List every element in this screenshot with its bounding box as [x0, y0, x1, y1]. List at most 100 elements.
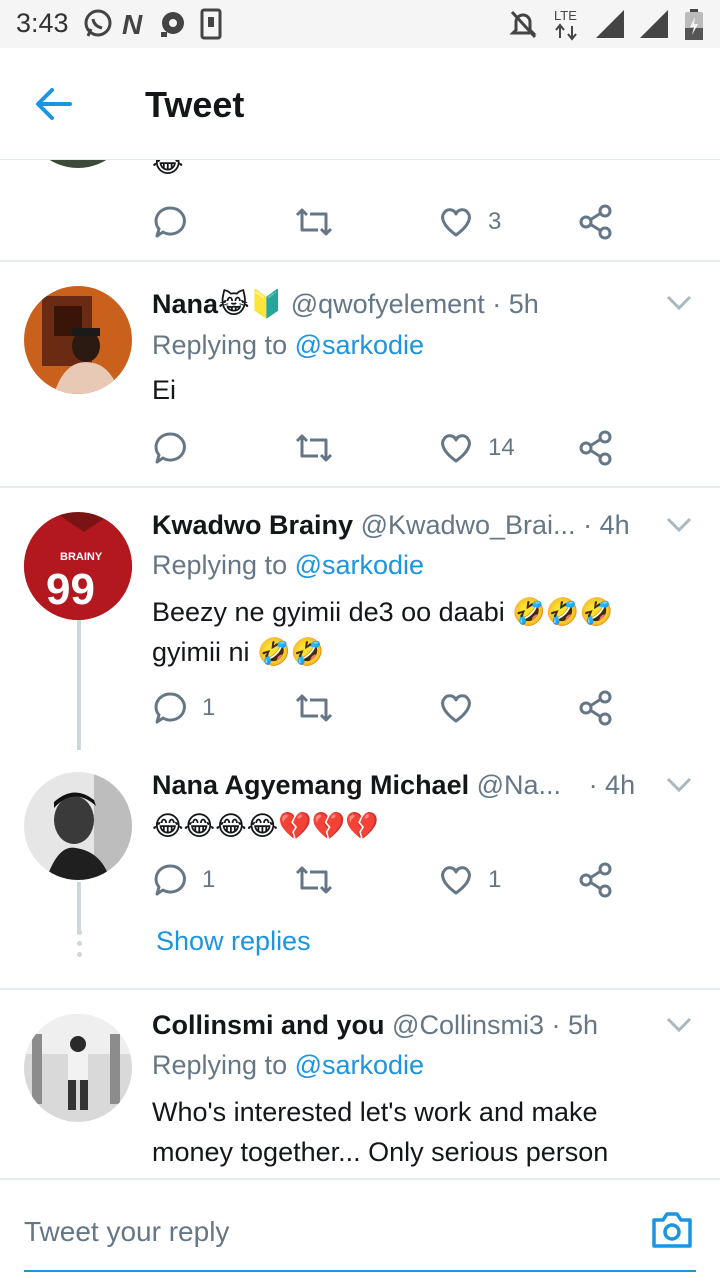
reply-count: 1: [202, 866, 216, 893]
svg-text:BRAINY: BRAINY: [60, 551, 103, 563]
tweet-header: Kwadwo Brainy @Kwadwo_Brai... · 4h: [152, 510, 630, 541]
thread-dots: [75, 930, 83, 963]
display-name[interactable]: Nana Agyemang Michael: [152, 770, 469, 800]
avatar[interactable]: [24, 286, 132, 394]
replying-to: Replying to @sarkodie: [152, 1050, 424, 1081]
like-button[interactable]: [438, 688, 474, 728]
tweet-text: 😂😂😂😂💔💔💔: [152, 811, 380, 841]
like-count: 3: [488, 208, 502, 235]
divider: [0, 260, 720, 262]
reply-icon: [154, 432, 186, 464]
share-icon: [579, 430, 612, 466]
svg-text:99: 99: [46, 565, 95, 614]
tweet-time: · 5h: [551, 1010, 599, 1040]
page-title: Tweet: [145, 84, 245, 125]
phone-storage-icon: [200, 8, 222, 40]
avatar[interactable]: [24, 1014, 132, 1122]
heart-icon: [441, 694, 471, 723]
heart-icon: [441, 866, 471, 895]
reply-button[interactable]: [152, 202, 188, 242]
share-button[interactable]: [578, 860, 614, 900]
retweet-button[interactable]: [294, 860, 334, 900]
back-arrow-icon[interactable]: [32, 84, 80, 124]
camera-icon[interactable]: [650, 1210, 694, 1250]
avatar[interactable]: [24, 160, 132, 168]
display-name[interactable]: Kwadwo Brainy: [152, 510, 353, 540]
tweet-header: Collinsmi and you @Collinsmi3 · 5h: [152, 1010, 598, 1041]
tweet-time: · 4h: [583, 510, 630, 540]
display-name[interactable]: Collinsmi and you: [152, 1010, 385, 1040]
replying-to-label: Replying to: [152, 550, 288, 580]
retweet-icon: [295, 434, 333, 462]
whatsapp-icon: [82, 8, 114, 40]
tweet-time: · 5h: [492, 289, 539, 319]
lte-icon: LTE: [552, 6, 582, 42]
retweet-icon: [295, 694, 333, 722]
show-replies-link[interactable]: Show replies: [156, 926, 311, 957]
thread-line: [77, 882, 81, 934]
replying-to: Replying to @sarkodie: [152, 550, 424, 581]
heart-icon: [441, 434, 471, 463]
reply-icon: [154, 692, 186, 724]
like-button[interactable]: 3: [438, 202, 501, 242]
heart-icon: [441, 208, 471, 237]
svg-text:N: N: [122, 9, 143, 40]
battery-charging-icon: [684, 8, 704, 42]
mention-link[interactable]: @sarkodie: [295, 1050, 424, 1080]
share-icon: [579, 690, 612, 726]
reply-button[interactable]: 1: [152, 688, 215, 728]
like-button[interactable]: 1: [438, 860, 501, 900]
tweet-time: · 4h: [588, 770, 636, 800]
app-header: Tweet: [0, 48, 720, 160]
reply-compose-bar: Tweet your reply: [0, 1178, 720, 1280]
chat-bubble-icon: [158, 8, 188, 40]
reply-button[interactable]: [152, 428, 188, 468]
share-button[interactable]: [578, 688, 614, 728]
status-bar: 3:43 N LTE: [0, 0, 720, 48]
retweet-button[interactable]: [294, 202, 334, 242]
tweet-header: Nana Agyemang Michael @Na... · 4h: [152, 770, 635, 801]
divider: [0, 486, 720, 488]
retweet-icon: [295, 208, 333, 236]
tweet-text: Ei: [152, 375, 177, 405]
retweet-icon: [295, 866, 333, 894]
avatar[interactable]: [24, 772, 132, 880]
like-count: 14: [488, 434, 515, 461]
tweet-text-line-2: money together... Only serious person: [152, 1137, 609, 1167]
retweet-button[interactable]: [294, 428, 334, 468]
user-handle[interactable]: @Na...: [477, 770, 561, 800]
reply-icon: [154, 864, 186, 896]
tweet-text: 😂: [152, 160, 184, 178]
svg-text:LTE: LTE: [554, 8, 577, 23]
tweet-text-line-2: gyimii ni 🤣🤣: [152, 637, 325, 667]
replying-to-label: Replying to: [152, 330, 288, 360]
mention-link[interactable]: @sarkodie: [295, 550, 424, 580]
chevron-down-icon[interactable]: [666, 294, 692, 312]
tweet-header: Nana😹🔰 @qwofyelement · 5h: [152, 288, 539, 320]
display-name[interactable]: Nana😹🔰: [152, 289, 283, 319]
reply-input[interactable]: Tweet your reply: [24, 1216, 229, 1248]
reply-button[interactable]: 1: [152, 860, 215, 900]
user-handle[interactable]: @qwofyelement: [291, 289, 485, 319]
replying-to-label: Replying to: [152, 1050, 288, 1080]
user-handle[interactable]: @Collinsmi3: [392, 1010, 544, 1040]
share-button[interactable]: [578, 428, 614, 468]
divider: [0, 988, 720, 990]
tweet-actions: 3: [152, 202, 622, 242]
avatar[interactable]: BRAINY 99: [24, 512, 132, 620]
chevron-down-icon[interactable]: [666, 516, 692, 534]
chevron-down-icon[interactable]: [666, 1016, 692, 1034]
share-button[interactable]: [578, 202, 614, 242]
chevron-down-icon[interactable]: [666, 776, 692, 794]
retweet-button[interactable]: [294, 688, 334, 728]
status-time: 3:43: [16, 8, 69, 38]
share-icon: [579, 204, 612, 240]
mention-link[interactable]: @sarkodie: [295, 330, 424, 360]
user-handle[interactable]: @Kwadwo_Brai...: [361, 510, 576, 540]
mute-icon: [508, 8, 538, 40]
thread-line: [77, 620, 81, 750]
reply-feed[interactable]: 😂 3 Nana😹🔰 @qwofyelement · 5h Replying t…: [0, 160, 720, 1178]
tweet-actions: 1 1: [152, 860, 622, 900]
like-button[interactable]: 14: [438, 428, 515, 468]
share-icon: [579, 862, 612, 898]
